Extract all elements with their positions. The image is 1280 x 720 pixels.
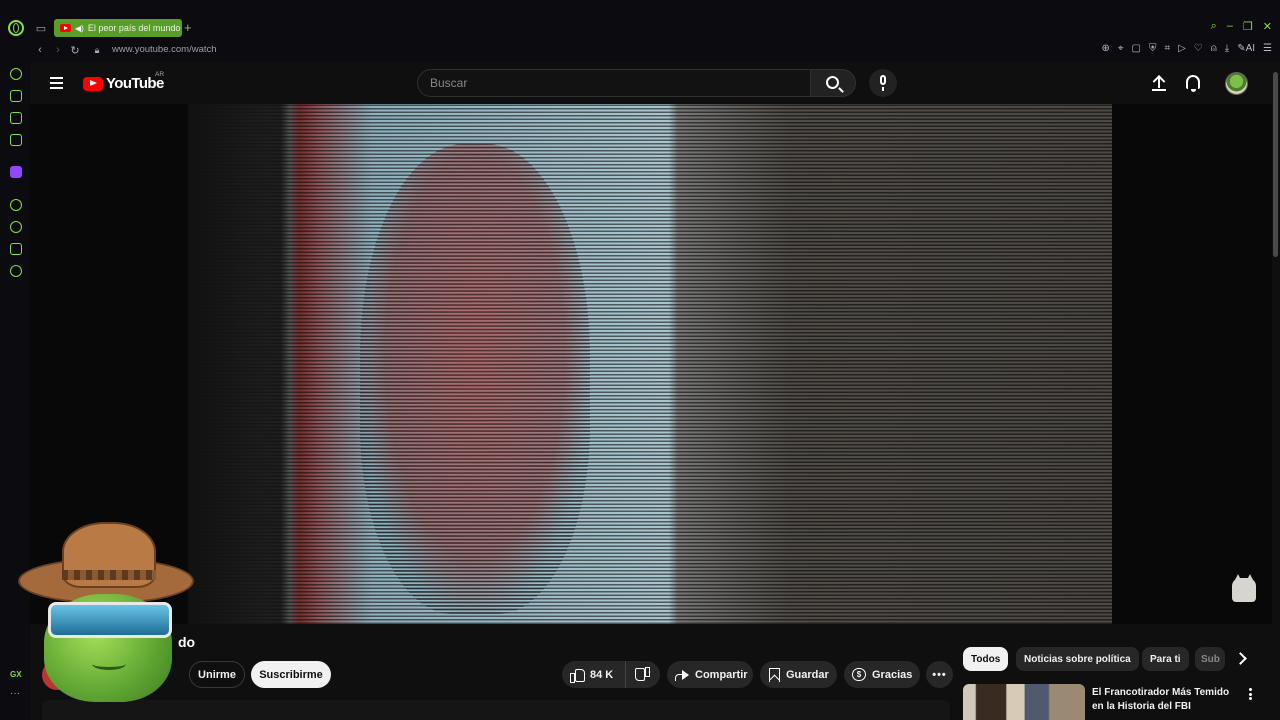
pin-icon[interactable]: ⌖ [1118,43,1124,54]
maximize-button[interactable]: ❐ [1243,20,1253,33]
sidebar-history-icon[interactable] [10,68,22,80]
youtube-favicon-icon [60,24,71,32]
tab-islands-icon[interactable]: ▭ [33,20,49,36]
minimize-button[interactable]: – [1227,20,1233,33]
mascot-smile [92,658,126,670]
ai-label: AI [1245,43,1256,54]
streamer-mascot-overlay [18,520,196,702]
region-code: AR [155,71,165,78]
thanks-label: Gracias [872,668,913,681]
download-icon[interactable]: ⤓ [1225,43,1229,54]
speaker-icon[interactable]: ◀) [75,24,84,33]
recommendation-thumbnail[interactable] [963,684,1085,720]
sidebar-extensions-icon[interactable] [10,243,22,255]
dislike-button[interactable] [626,661,660,688]
aria-ai-button[interactable]: ✎AI [1237,43,1255,54]
description-box[interactable] [42,700,950,720]
search-button[interactable] [810,69,856,97]
close-button[interactable]: ✕ [1263,20,1272,33]
sidebar-messenger-icon[interactable] [10,134,22,146]
youtube-logo[interactable]: YouTube [83,75,164,92]
forward-icon[interactable]: › [50,42,66,58]
recommendation-title[interactable]: El Francotirador Más Temido en la Histor… [1092,686,1240,720]
zoom-icon[interactable]: ⊕ [1101,43,1109,54]
sidebar-player-icon[interactable] [10,199,22,211]
chip-noticias-politica[interactable]: Noticias sobre política [1016,647,1139,671]
profile-icon[interactable]: ⍝ [1211,43,1217,54]
address-bar[interactable]: www.youtube.com/watch [112,44,217,55]
sidebar-gx-corner-icon[interactable] [10,112,22,124]
voice-search-button[interactable] [869,69,897,97]
menu-icon[interactable] [50,77,63,89]
share-button[interactable]: Compartir [667,661,753,688]
save-button[interactable]: Guardar [760,661,837,688]
play-icon[interactable]: ▷ [1178,43,1186,54]
address-bar-actions: ⊕ ⌖ ▢ ⛨ ⌗ ▷ ♡ ⍝ ⤓ ✎AI ☰ [1101,43,1272,54]
cat-sticker-icon [1232,574,1256,602]
share-icon [675,669,689,681]
bookmark-icon [769,667,780,682]
thumbs-down-icon [636,668,650,682]
video-vignette [188,104,318,624]
thanks-button[interactable]: $ Gracias [844,661,920,688]
chip-todos[interactable]: Todos [963,647,1009,671]
chip-para-ti[interactable]: Para ti [1142,647,1189,671]
window-controls: ⌕ – ❐ ✕ [1211,20,1272,33]
easy-setup-icon[interactable]: ☰ [1263,43,1272,54]
video-player[interactable] [30,104,1272,624]
heart-dollar-icon: $ [852,668,866,681]
search-placeholder: Buscar [430,76,468,90]
recommendation-menu-icon[interactable] [1249,688,1253,700]
search-icon [826,76,839,89]
new-tab-button[interactable]: + [184,20,192,35]
more-actions-button[interactable]: ••• [926,661,953,688]
avatar[interactable] [1225,72,1248,95]
cowboy-hat-band [62,570,156,580]
thumbs-up-icon [570,668,585,683]
adblock-icon[interactable]: ⛨ [1149,43,1157,54]
upload-icon-base [1152,89,1166,91]
sidebar-clock-icon[interactable] [10,221,22,233]
snapshot-icon[interactable]: ▢ [1132,43,1141,54]
sidebar-settings-icon[interactable] [10,265,22,277]
like-button[interactable]: 84 K [562,661,626,688]
scrollbar-thumb[interactable] [1273,72,1278,257]
bell-icon[interactable] [1186,75,1200,89]
video-frame [188,104,1112,624]
chip-sub[interactable]: Sub [1195,647,1225,671]
tab-title: El peor país del mundo [87,23,181,33]
search-input[interactable]: Buscar [417,69,811,97]
save-label: Guardar [786,668,829,681]
reload-icon[interactable]: ↻ [67,42,83,58]
like-dislike-group: 84 K [562,661,660,688]
youtube-play-icon [83,76,103,91]
video-subject [360,144,590,614]
share-label: Compartir [695,668,748,681]
lock-icon: 🔒︎ [94,44,100,55]
tab-search-icon[interactable]: ⌕ [1211,20,1217,33]
crop-icon[interactable]: ⌗ [1164,43,1170,54]
like-count: 84 K [590,668,614,681]
favorite-heart-icon[interactable]: ♡ [1194,43,1203,54]
join-button[interactable]: Unirme [189,661,245,688]
subscribe-button[interactable]: Suscribirme [251,661,331,688]
opera-logo-icon[interactable] [8,20,24,36]
browser-tab-active[interactable]: ◀) El peor país del mundo [54,19,182,37]
back-icon[interactable]: ‹ [32,42,48,58]
sidebar-gx-control-icon[interactable] [10,90,22,102]
chevron-right-icon[interactable] [1233,650,1249,666]
sidebar-twitch-icon[interactable] [10,166,22,178]
sunglasses-icon [48,602,172,638]
